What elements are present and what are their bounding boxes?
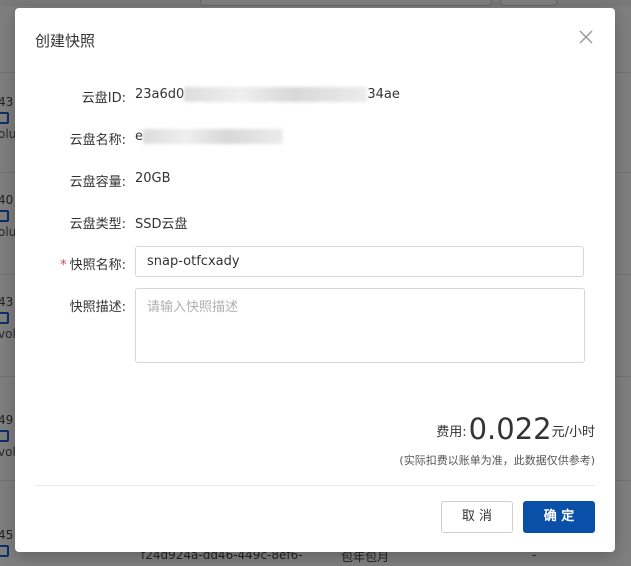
disk-name-label: 云盘名称: (69, 133, 126, 148)
redaction-mask (143, 129, 283, 144)
snapshot-name-input[interactable] (135, 246, 584, 277)
snapshot-desc-label: 快照描述: (69, 300, 126, 315)
fee-note: (实际扣费以账单为准，此数据仅供参考) (399, 454, 595, 467)
fee-value: 0.022 (468, 412, 552, 446)
disk-id-prefix: 23a6d0 (135, 87, 185, 102)
disk-capacity-value: 20GB (135, 171, 171, 186)
confirm-button[interactable]: 确 定 (523, 501, 595, 533)
required-mark: * (60, 258, 67, 273)
disk-name-value: e (135, 129, 283, 144)
disk-id-suffix: 34ae (367, 87, 400, 102)
create-snapshot-dialog: 创建快照 云盘ID: 23a6d0 34ae 云盘名称: e 云盘容量: 20GB… (15, 8, 615, 552)
disk-capacity-label: 云盘容量: (69, 175, 126, 190)
disk-name-prefix: e (135, 129, 143, 144)
redaction-mask (184, 87, 368, 102)
disk-type-value: SSD云盘 (135, 217, 188, 232)
fee-label: 费用: (436, 425, 467, 440)
snapshot-name-label-text: 快照名称: (69, 258, 126, 273)
disk-id-value: 23a6d0 34ae (135, 87, 400, 102)
fee-unit: 元/小时 (551, 425, 595, 440)
disk-type-label: 云盘类型: (69, 217, 126, 232)
fee-display: 费用:0.022元/小时 (436, 412, 595, 446)
disk-id-label: 云盘ID: (81, 91, 126, 106)
snapshot-name-label: * 快照名称: (15, 254, 126, 273)
dialog-title: 创建快照 (35, 32, 96, 50)
cancel-button[interactable]: 取 消 (441, 501, 513, 533)
footer-divider (35, 485, 595, 486)
snapshot-desc-textarea[interactable] (135, 288, 585, 363)
close-icon[interactable] (577, 28, 595, 46)
